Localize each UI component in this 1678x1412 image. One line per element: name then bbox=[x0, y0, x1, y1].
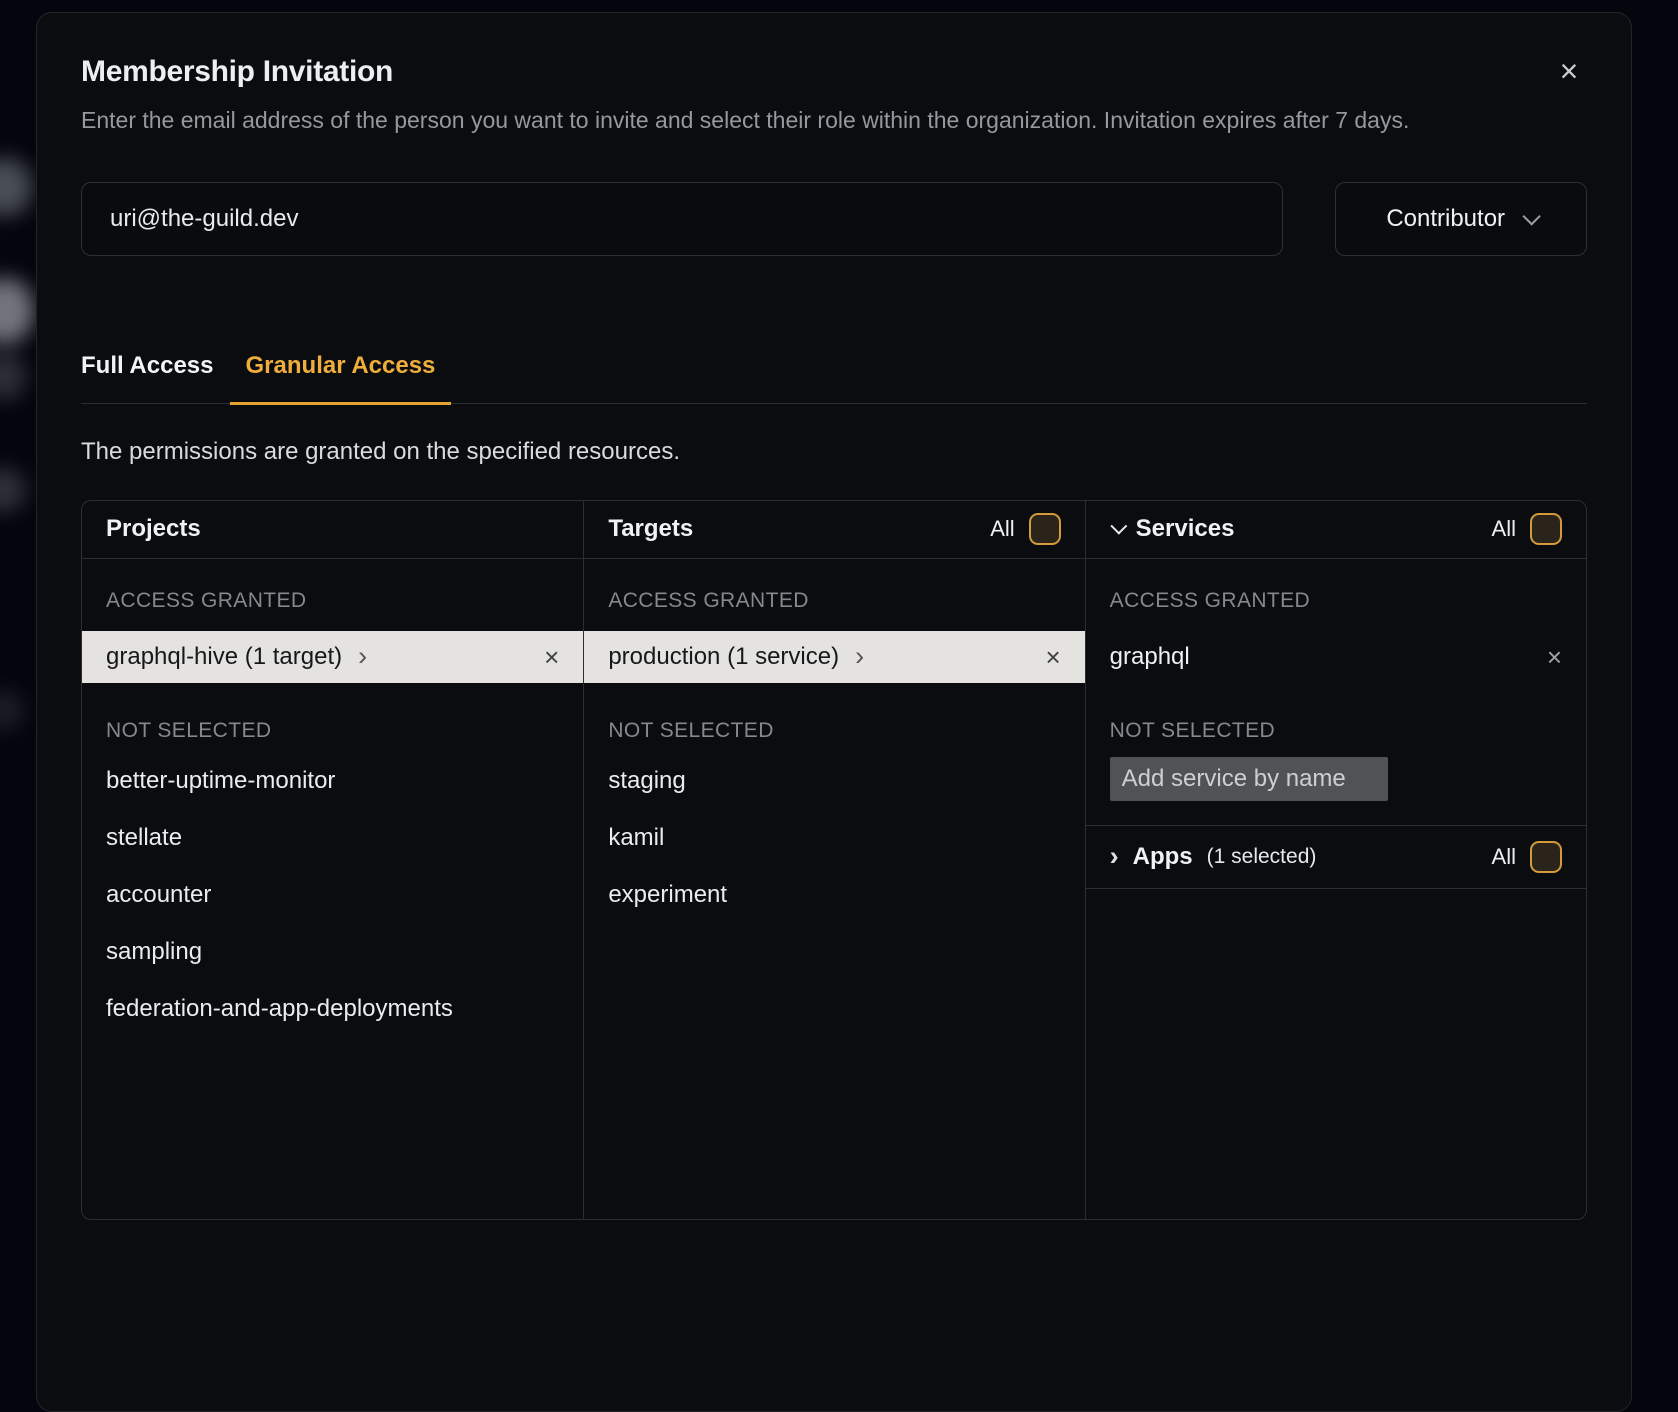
chevron-down-icon bbox=[1110, 518, 1127, 535]
services-title: Services bbox=[1136, 515, 1235, 543]
apps-all-checkbox[interactable] bbox=[1530, 841, 1562, 873]
chevron-right-icon: › bbox=[358, 643, 367, 670]
chevron-right-icon: › bbox=[855, 643, 864, 670]
services-all-label: All bbox=[1492, 516, 1516, 542]
selected-project-label: graphql-hive (1 target) bbox=[106, 643, 342, 671]
resources-table: Projects ACCESS GRANTED graphql-hive (1 … bbox=[81, 500, 1587, 1220]
targets-title: Targets bbox=[608, 515, 693, 543]
projects-not-selected-label: NOT SELECTED bbox=[82, 719, 583, 743]
dialog-title: Membership Invitation bbox=[81, 55, 1587, 89]
targets-not-selected-label: NOT SELECTED bbox=[584, 719, 1084, 743]
target-item[interactable]: staging bbox=[584, 753, 1084, 810]
tab-full-access[interactable]: Full Access bbox=[65, 352, 230, 403]
services-header[interactable]: Services All bbox=[1086, 501, 1586, 559]
project-item[interactable]: accounter bbox=[82, 867, 583, 924]
apps-title: Apps bbox=[1133, 843, 1193, 871]
selected-project-row[interactable]: graphql-hive (1 target) › × bbox=[82, 631, 583, 683]
targets-access-granted-label: ACCESS GRANTED bbox=[584, 589, 1084, 613]
selected-target-row[interactable]: production (1 service) › × bbox=[584, 631, 1084, 683]
chevron-right-icon: › bbox=[1110, 843, 1119, 870]
selected-target-label: production (1 service) bbox=[608, 643, 839, 671]
close-icon[interactable]: × bbox=[1551, 53, 1587, 89]
project-item[interactable]: sampling bbox=[82, 924, 583, 981]
chevron-down-icon bbox=[1522, 208, 1540, 226]
target-item[interactable]: kamil bbox=[584, 810, 1084, 867]
remove-service-icon[interactable]: × bbox=[1547, 644, 1562, 670]
backdrop-blur-fragment bbox=[0, 352, 26, 400]
add-service-input[interactable] bbox=[1110, 757, 1388, 801]
projects-list: better-uptime-monitor stellate accounter… bbox=[82, 753, 583, 1038]
project-item[interactable]: better-uptime-monitor bbox=[82, 753, 583, 810]
permissions-note: The permissions are granted on the speci… bbox=[81, 438, 1587, 466]
apps-row[interactable]: › Apps (1 selected) All bbox=[1086, 826, 1586, 888]
backdrop-blur-fragment bbox=[0, 278, 34, 344]
services-all-checkbox[interactable] bbox=[1530, 513, 1562, 545]
projects-column: Projects ACCESS GRANTED graphql-hive (1 … bbox=[82, 501, 583, 1219]
targets-all-label: All bbox=[990, 516, 1014, 542]
email-input[interactable] bbox=[81, 182, 1283, 256]
remove-project-icon[interactable]: × bbox=[544, 644, 559, 670]
targets-header: Targets All bbox=[584, 501, 1084, 559]
targets-all-checkbox[interactable] bbox=[1029, 513, 1061, 545]
membership-invitation-dialog: × Membership Invitation Enter the email … bbox=[36, 12, 1632, 1412]
projects-title: Projects bbox=[106, 515, 201, 543]
services-column: Services All ACCESS GRANTED graphql × NO… bbox=[1085, 501, 1586, 1219]
project-item[interactable]: federation-and-app-deployments bbox=[82, 981, 583, 1038]
project-item[interactable]: stellate bbox=[82, 810, 583, 867]
backdrop-blur-fragment bbox=[0, 468, 26, 512]
backdrop-blur-fragment bbox=[0, 690, 24, 730]
targets-column: Targets All ACCESS GRANTED production (1… bbox=[583, 501, 1084, 1219]
role-select[interactable]: Contributor bbox=[1335, 182, 1587, 256]
projects-access-granted-label: ACCESS GRANTED bbox=[82, 589, 583, 613]
access-tabs: Full Access Granular Access bbox=[81, 352, 1587, 404]
apps-selected-count: (1 selected) bbox=[1207, 845, 1317, 869]
divider bbox=[1086, 888, 1586, 889]
tab-granular-access[interactable]: Granular Access bbox=[230, 352, 452, 405]
services-not-selected-label: NOT SELECTED bbox=[1086, 719, 1586, 743]
target-item[interactable]: experiment bbox=[584, 867, 1084, 924]
selected-service-label: graphql bbox=[1110, 643, 1190, 671]
apps-all-group: All bbox=[1492, 841, 1562, 873]
invite-row: Contributor bbox=[81, 182, 1587, 256]
backdrop-blur-fragment bbox=[0, 158, 32, 216]
targets-all-group: All bbox=[990, 513, 1060, 545]
apps-all-label: All bbox=[1492, 844, 1516, 870]
projects-header: Projects bbox=[82, 501, 583, 559]
dialog-description: Enter the email address of the person yo… bbox=[81, 103, 1561, 138]
services-access-granted-label: ACCESS GRANTED bbox=[1086, 589, 1586, 613]
remove-target-icon[interactable]: × bbox=[1045, 644, 1060, 670]
services-all-group: All bbox=[1492, 513, 1562, 545]
role-select-value: Contributor bbox=[1386, 205, 1505, 233]
selected-service-row[interactable]: graphql × bbox=[1086, 631, 1586, 683]
targets-list: staging kamil experiment bbox=[584, 753, 1084, 924]
